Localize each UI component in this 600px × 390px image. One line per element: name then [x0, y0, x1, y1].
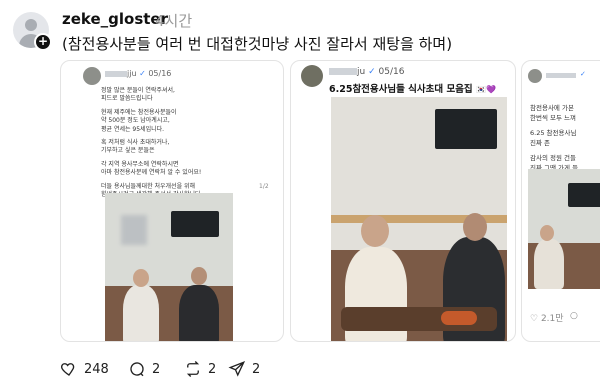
person-left [534, 239, 564, 289]
flag-icon: 🇰🇷 [476, 85, 486, 94]
blurred-name [546, 73, 576, 78]
card-text-line: 피드로 말씀드립니다 [101, 95, 153, 103]
card-text-line: 참전용사에 가본 [530, 104, 574, 112]
person-left-face [361, 215, 389, 247]
share-count: 2 [252, 361, 261, 377]
photo-food [441, 311, 477, 325]
comment-button[interactable]: 2 [128, 360, 160, 378]
follow-plus-icon[interactable]: + [34, 33, 52, 51]
like-button[interactable]: 248 [60, 360, 109, 378]
heart-icon [61, 363, 75, 376]
blurred-name [329, 68, 357, 75]
card-text-line: 더들 용사님들께대한 처우개선을 위해 [101, 182, 196, 190]
verified-icon: ✓ [580, 70, 586, 78]
card-title: 6.25참전용사님들 식사초대 모음집 🇰🇷💜 [329, 81, 496, 95]
card-photo-1 [105, 193, 233, 341]
card-date: 05/16 [378, 67, 405, 77]
card-text-line: 현재 제주에는 참전용사분들이 [101, 108, 177, 116]
card-text-line: 기부하고 싶은 분들은 [101, 147, 155, 155]
card-handle-text: jju [127, 69, 137, 78]
avatar-head-shape [25, 19, 37, 31]
card-handle-text: ju [357, 67, 366, 77]
verified-icon: ✓ [139, 69, 146, 78]
verified-icon: ✓ [368, 67, 376, 77]
media-card-3[interactable]: ✓ 참전용사에 가본한번씩 모두 느껴 6.25 참전용사님진짜 존감사의 정원 … [521, 60, 600, 342]
card-text-line: 약 500분 정도 남아계시고, [101, 117, 170, 125]
card-text: 정말 많은 분들이 연락주셔서, 피드로 말씀드립니다 현재 제주에는 참전용사분들… [101, 87, 271, 199]
card-like-count: 2.1만 [540, 314, 564, 324]
photo-tv [568, 183, 600, 207]
card-text-line: 평균 연세는 95세입니다. [101, 125, 165, 133]
like-count: 248 [84, 361, 109, 377]
card-photo-2 [331, 97, 507, 341]
person-right [179, 285, 219, 341]
comment-icon [130, 362, 144, 377]
card-text-line: 한번씩 모두 느껴 [530, 114, 576, 122]
comment-count: 2 [152, 361, 161, 377]
card-avatar [301, 65, 323, 87]
blurred-name [105, 70, 127, 77]
person-left [123, 285, 159, 341]
card-handle: jju ✓ 05/16 [105, 69, 171, 78]
photo-tv [171, 211, 219, 237]
card-text: 참전용사에 가본한번씩 모두 느껴 6.25 참전용사님진짜 존감사의 정원 건들… [530, 103, 600, 173]
send-icon [228, 361, 246, 377]
media-card-2[interactable]: ju ✓ 05/16 6.25참전용사님들 식사초대 모음집 🇰🇷💜 [290, 60, 516, 342]
card-text-line: 진짜 존 [530, 139, 551, 147]
card-counter: 1/2 [259, 183, 269, 190]
card-avatar [83, 67, 101, 85]
repost-count: 2 [208, 361, 217, 377]
username[interactable]: zeke_gloster [62, 10, 168, 28]
media-card-1[interactable]: jju ✓ 05/16 정말 많은 분들이 연락주셔서, 피드로 말씀드립니다 현재… [60, 60, 284, 342]
card-comment-stat: ○ [570, 311, 578, 321]
blurred-poster [121, 215, 147, 245]
repost-icon [186, 361, 200, 377]
post-caption: (참전용사분들 여러 번 대접한것마냥 사진 잘라서 재탕을 하며) [62, 35, 453, 53]
person-right-face [463, 213, 487, 241]
card-text-line: 각 지역 용사무소에 연락하시면 [101, 160, 179, 168]
repost-button[interactable]: 2 [184, 360, 216, 378]
person-right-face [191, 267, 207, 285]
person-left-face [133, 269, 149, 287]
post-time: 4시간 [155, 12, 193, 30]
card-text-line: 아마 참전용사분께 연락처 알 수 있어요! [101, 169, 202, 177]
card-like-stat: ♡ 2.1만 [530, 314, 564, 324]
heart-emoji-icon: 💜 [485, 85, 496, 94]
card-text-line: 감사의 정원 건들 [530, 154, 576, 162]
card-avatar [528, 69, 542, 83]
card-text-line: 6.25 참전용사님 [530, 129, 577, 137]
card-photo-3 [528, 169, 600, 289]
card-date: 05/16 [148, 69, 172, 78]
photo-tv [435, 109, 497, 149]
card-handle: ju ✓ 05/16 [329, 67, 404, 77]
share-button[interactable]: 2 [228, 360, 260, 378]
person-left-face [540, 225, 554, 241]
card-title-text: 6.25참전용사님들 식사초대 모음집 [329, 84, 473, 95]
